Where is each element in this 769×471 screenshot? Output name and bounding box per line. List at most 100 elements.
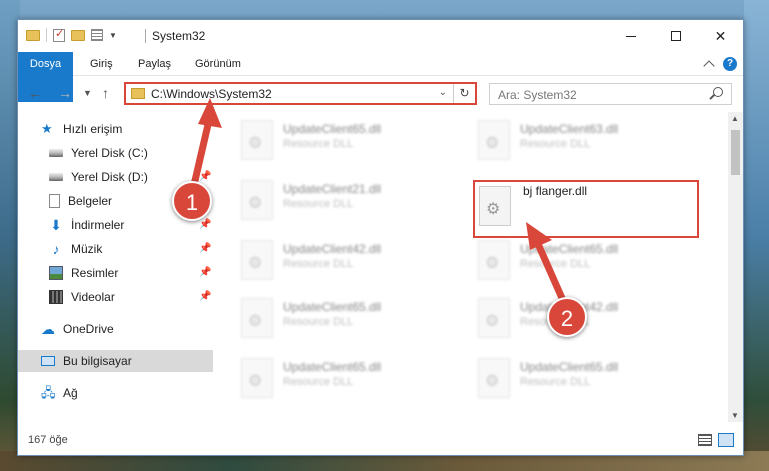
document-icon (49, 194, 60, 208)
up-arrow-icon[interactable]: ↑ (102, 85, 109, 101)
file-name: UpdateClient65.dll (283, 360, 382, 374)
file-item[interactable]: UpdateClient65.dll Resource DLL (233, 114, 433, 164)
file-type: Resource DLL (520, 376, 591, 388)
minimize-button[interactable] (608, 20, 653, 52)
file-type: Resource DLL (283, 198, 354, 210)
sidebar-item-onedrive[interactable]: ☁ OneDrive (18, 318, 213, 340)
desktop-background-right (744, 0, 769, 471)
file-item[interactable]: UpdateClient65.dll Resource DLL (470, 352, 670, 402)
pin-icon[interactable]: 📌 (199, 267, 211, 278)
dll-file-icon (478, 240, 510, 280)
file-type: Resource DLL (520, 138, 591, 150)
pictures-icon (49, 266, 63, 280)
status-bar: 167 öğe (18, 425, 743, 455)
customize-icon[interactable] (91, 29, 103, 41)
file-name: UpdateClient63.dll (520, 122, 619, 136)
star-icon: ★ (41, 121, 53, 136)
ribbon-controls: ? (703, 57, 737, 72)
sidebar-item-label: Yerel Disk (C:) (71, 146, 148, 160)
dll-file-icon (479, 186, 511, 226)
navigation-bar: ← → ▼ ↑ C:\Windows\System32 ⌄ ↻ Ara: Sys… (18, 77, 743, 111)
sidebar-item-quick-access[interactable]: ★ Hızlı erişim (18, 118, 213, 140)
step-badge-1: 1 (172, 181, 212, 221)
sidebar-item-label: İndirmeler (71, 218, 125, 232)
address-path[interactable]: C:\Windows\System32 (151, 87, 272, 101)
file-type: Resource DLL (283, 138, 354, 150)
item-count: 167 öğe (28, 434, 68, 446)
help-icon[interactable]: ? (723, 57, 737, 71)
drive-icon (49, 149, 63, 157)
back-arrow-icon[interactable]: ← (28, 85, 42, 101)
file-list: UpdateClient65.dll Resource DLL UpdateCl… (213, 112, 728, 422)
file-explorer-window: ▼ System32 ✕ Dosya Giriş Paylaş Görünüm … (17, 19, 744, 456)
refresh-icon[interactable]: ↻ (453, 84, 475, 103)
sidebar-item-label: Videolar (71, 290, 115, 304)
dll-file-icon (241, 298, 273, 338)
sidebar-item-this-pc[interactable]: Bu bilgisayar (18, 350, 213, 372)
cloud-icon: ☁ (41, 321, 55, 337)
close-icon: ✕ (714, 27, 727, 44)
details-view-icon[interactable] (698, 434, 712, 446)
computer-icon (41, 356, 55, 366)
minimize-icon (625, 35, 636, 37)
music-icon: ♪ (52, 241, 60, 257)
tab-view[interactable]: Görünüm (195, 52, 241, 76)
maximize-button[interactable] (653, 20, 698, 52)
download-icon: ⬇ (50, 217, 62, 233)
drive-icon (49, 173, 63, 181)
sidebar-item-music[interactable]: ♪ Müzik 📌 (18, 238, 213, 260)
title-bar: ▼ System32 ✕ (18, 20, 743, 52)
file-item[interactable]: UpdateClient63.dll Resource DLL (470, 114, 670, 164)
recent-locations-icon[interactable]: ▼ (83, 88, 92, 98)
properties-check-icon[interactable] (53, 27, 65, 42)
sidebar-item-pictures[interactable]: Resimler 📌 (18, 262, 213, 284)
address-bar[interactable]: C:\Windows\System32 ⌄ ↻ (124, 82, 477, 105)
step-badge-2: 2 (547, 297, 587, 337)
file-type: Resource DLL (283, 376, 354, 388)
search-icon[interactable] (713, 87, 723, 97)
search-input[interactable]: Ara: System32 (489, 83, 732, 105)
tab-share[interactable]: Paylaş (138, 52, 171, 76)
scroll-thumb[interactable] (731, 130, 740, 175)
file-item[interactable]: UpdateClient42.dll Resource DLL (233, 234, 433, 284)
sidebar-item-label: Yerel Disk (D:) (71, 170, 148, 184)
file-name: bj flanger.dll (523, 184, 588, 198)
vertical-scrollbar[interactable]: ▲ ▼ (728, 112, 743, 422)
pin-icon[interactable]: 📌 (199, 243, 211, 254)
ribbon: Dosya Giriş Paylaş Görünüm ? (18, 52, 743, 102)
new-folder-icon[interactable] (71, 29, 85, 41)
file-item[interactable]: UpdateClient65.dll Resource DLL (233, 352, 433, 402)
sidebar-item-local-disk-c[interactable]: Yerel Disk (C:) (18, 142, 213, 164)
scroll-up-icon[interactable]: ▲ (731, 114, 739, 123)
dll-file-icon (478, 358, 510, 398)
large-icons-view-icon[interactable] (718, 433, 734, 447)
file-type: Resource DLL (283, 316, 354, 328)
file-name: UpdateClient21.dll (283, 182, 382, 196)
pin-icon[interactable]: 📌 (199, 291, 211, 302)
sidebar-item-videos[interactable]: Videolar 📌 (18, 286, 213, 308)
forward-arrow-icon[interactable]: → (58, 85, 72, 101)
sidebar-item-label: Ağ (63, 386, 78, 400)
file-item[interactable]: UpdateClient65.dll Resource DLL (470, 234, 670, 284)
videos-icon (49, 290, 63, 304)
chevron-down-icon[interactable]: ▼ (109, 31, 117, 40)
tab-home[interactable]: Giriş (90, 52, 113, 76)
scroll-down-icon[interactable]: ▼ (731, 411, 739, 420)
dll-file-icon (241, 180, 273, 220)
file-item-bj-flanger[interactable]: bj flanger.dll (473, 180, 699, 238)
expand-ribbon-icon[interactable] (703, 60, 715, 72)
sidebar-item-network[interactable]: 🖧 Ağ (18, 382, 213, 404)
sidebar-item-label: Bu bilgisayar (63, 354, 132, 368)
file-item[interactable]: UpdateClient65.dll Resource DLL (233, 292, 433, 342)
file-name: UpdateClient65.dll (520, 242, 619, 256)
pin-icon[interactable]: 📌 (199, 219, 211, 230)
pin-icon[interactable]: 📌 (199, 171, 211, 182)
dll-file-icon (241, 358, 273, 398)
sidebar-item-label: Resimler (71, 266, 119, 280)
chevron-down-icon[interactable]: ⌄ (439, 87, 447, 98)
file-item[interactable]: UpdateClient21.dll Resource DLL (233, 174, 433, 224)
sidebar-item-label: Belgeler (68, 194, 113, 208)
close-button[interactable]: ✕ (698, 20, 743, 52)
dll-file-icon (478, 120, 510, 160)
quick-access-toolbar: ▼ (26, 27, 117, 42)
